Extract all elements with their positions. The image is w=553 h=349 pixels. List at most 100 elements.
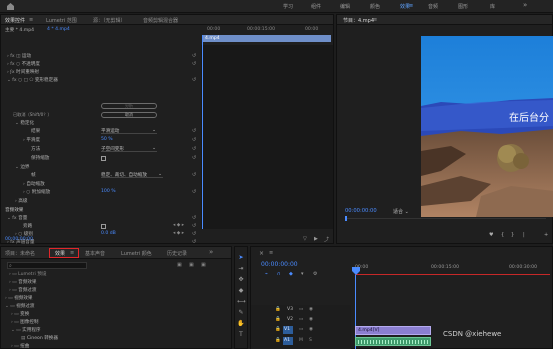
toggle-sync-icon[interactable]: ▭ (299, 307, 303, 312)
smoothness-value[interactable]: 50 % (101, 137, 113, 144)
track-lock-icon[interactable]: 🔒 (275, 338, 281, 343)
panel-menu-icon[interactable]: ≡ (269, 250, 273, 256)
reset-icon[interactable]: ↺ (192, 137, 196, 143)
reset-icon[interactable]: ↺ (192, 172, 196, 178)
warp-stabilizer-row[interactable]: ⌄ fx ○ □ ⬠ 变形稳定器 (7, 77, 58, 84)
advanced-group[interactable]: › 高级 (15, 198, 28, 205)
reset-icon[interactable]: ↺ (192, 155, 196, 161)
export-icon[interactable]: ⤴ (324, 236, 329, 243)
workspace-menu-icon[interactable]: ≡ (409, 3, 413, 9)
method-dropdown[interactable]: 子空间变形 ⌄ (101, 146, 157, 152)
list-item[interactable]: ▤ Cineon 转换器 (21, 335, 58, 342)
workspace-tab-editing[interactable]: 编辑 (340, 3, 350, 10)
marker-icon[interactable]: ♥ (489, 232, 493, 238)
program-monitor-title[interactable]: 节目：4.mp4 (343, 17, 374, 24)
tab-lumetri-scopes[interactable]: Lumetri 范围 (46, 17, 77, 24)
program-playhead[interactable] (345, 216, 347, 221)
reset-icon[interactable]: ↺ (192, 223, 196, 229)
level-value[interactable]: 0.0 dB (101, 231, 116, 238)
list-item[interactable]: › ▭ 图像控制 (11, 319, 39, 326)
slip-tool-icon[interactable]: ⟷ (237, 298, 246, 306)
effect-controls-timecode[interactable]: 00:00:00:00 (5, 237, 33, 242)
tab-project[interactable]: 项目：未命名 (5, 250, 35, 257)
additional-scale-value[interactable]: 100 % (101, 189, 116, 196)
time-remap-row[interactable]: › ʄx 时间重映射 (7, 69, 39, 76)
workspace-tab-learn[interactable]: 学习 (283, 3, 293, 10)
list-item[interactable]: ⌄ ▭ 实用程序 (11, 327, 41, 334)
reset-icon[interactable]: ↺ (192, 239, 196, 245)
reset-icon[interactable]: ↺ (192, 61, 196, 67)
tab-effects[interactable]: 效果 (55, 250, 65, 257)
snap-icon[interactable]: ⌁ (265, 271, 268, 277)
reset-icon[interactable]: ↺ (192, 189, 196, 195)
marker-icon[interactable]: ▾ (301, 271, 304, 277)
filter-icon[interactable]: ▽ (303, 236, 307, 242)
reset-icon[interactable]: ↺ (192, 215, 196, 221)
preserve-scale-checkbox[interactable] (101, 156, 106, 161)
panel-menu-icon[interactable]: ≡ (70, 250, 74, 256)
workspace-tab-audio[interactable]: 音频 (428, 3, 438, 10)
opacity-row[interactable]: › fx ○ 不透明度 (7, 61, 40, 68)
playhead-icon[interactable] (352, 267, 360, 275)
borders-group[interactable]: ⌄ 边界 (15, 164, 30, 171)
tab-history[interactable]: 历史记录 (167, 250, 187, 257)
accelerated-effects-icon[interactable]: ▣ (177, 262, 182, 268)
fit-dropdown[interactable]: 适合 ⌄ (393, 208, 409, 215)
motion-row[interactable]: › fx ◫ 运动 (7, 53, 31, 60)
source-patch[interactable]: A1 (283, 337, 293, 345)
selection-tool-icon[interactable]: ➤ (237, 254, 245, 262)
program-scrub-bar[interactable] (345, 218, 546, 219)
work-area-bar[interactable] (355, 274, 550, 275)
track-lock-icon[interactable]: 🔒 (275, 327, 281, 332)
close-icon[interactable]: × (259, 250, 264, 257)
keyframe-area[interactable] (201, 45, 333, 229)
toggle-sync-icon[interactable]: ▭ (299, 317, 303, 322)
tab-source[interactable]: 源：（无剪辑） (93, 17, 126, 24)
play-icon[interactable]: ▶ (314, 236, 318, 242)
workspace-tab-assembly[interactable]: 组件 (311, 3, 321, 10)
type-tool-icon[interactable]: T (237, 331, 245, 339)
auto-scale-label[interactable]: › 自动缩放 (23, 181, 45, 188)
clip-bar[interactable]: 4.mp4 (203, 35, 331, 42)
video-clip[interactable]: 4.mp4[V] (355, 326, 431, 335)
mute-icon[interactable]: M (299, 338, 303, 343)
more-tabs-icon[interactable]: » (209, 248, 213, 256)
stabilization-group[interactable]: ⌄ 稳定化 (15, 120, 34, 127)
effects-search-input[interactable]: ⌕ (7, 262, 87, 269)
video-frame[interactable] (421, 36, 553, 217)
reset-icon[interactable]: ↺ (192, 231, 196, 237)
workspace-tab-color[interactable]: 颜色 (370, 3, 380, 10)
solo-icon[interactable]: S (309, 338, 312, 343)
workspace-tab-graphics[interactable]: 图形 (458, 3, 468, 10)
track-name[interactable]: V3 (287, 307, 293, 312)
track-select-tool-icon[interactable]: ⇥ (237, 265, 245, 273)
clip-selector[interactable]: 4 * 4.mp4 (47, 27, 70, 34)
source-selector[interactable]: 主要 * 4.mp4 (5, 27, 34, 34)
32bit-effects-icon[interactable]: ▣ (189, 262, 194, 268)
eye-icon[interactable]: ◉ (309, 327, 313, 332)
home-icon[interactable] (6, 2, 15, 10)
keyframe-nav-icon[interactable]: ◂ ◆ ▸ (173, 223, 184, 230)
list-item[interactable]: › ▭ 扭曲 (11, 343, 29, 349)
result-dropdown[interactable]: 平滑运动 ⌄ (101, 128, 157, 134)
workspace-tab-library[interactable]: 库 (490, 3, 495, 10)
pen-tool-icon[interactable]: ✎ (237, 309, 245, 317)
cancel-button[interactable]: 取消 (101, 112, 157, 118)
more-workspaces-icon[interactable]: » (523, 1, 527, 9)
list-item[interactable]: › ▭ 音频效果 (9, 279, 37, 286)
go-to-in-icon[interactable]: | (523, 232, 525, 238)
panel-menu-icon[interactable]: ≡ (373, 17, 377, 23)
track-name[interactable]: V2 (287, 317, 293, 322)
yuv-effects-icon[interactable]: ▣ (201, 262, 206, 268)
mark-in-icon[interactable]: { (501, 232, 504, 238)
analyze-button[interactable]: 分析 (101, 103, 157, 109)
keyframe-nav-icon[interactable]: ◂ ◆ ▸ (173, 231, 184, 238)
tab-essential-sound[interactable]: 基本声音 (85, 250, 105, 257)
list-item[interactable]: › ▭ 视频效果 (5, 295, 33, 302)
settings-icon[interactable]: ⚙ (313, 271, 317, 277)
playhead-line[interactable] (202, 35, 203, 229)
reset-icon[interactable]: ↺ (192, 128, 196, 134)
tab-audio-clip-mixer[interactable]: 音频剪辑混合器 (143, 17, 178, 24)
ripple-edit-tool-icon[interactable]: ✥ (237, 276, 245, 284)
bypass-checkbox[interactable] (101, 224, 106, 229)
